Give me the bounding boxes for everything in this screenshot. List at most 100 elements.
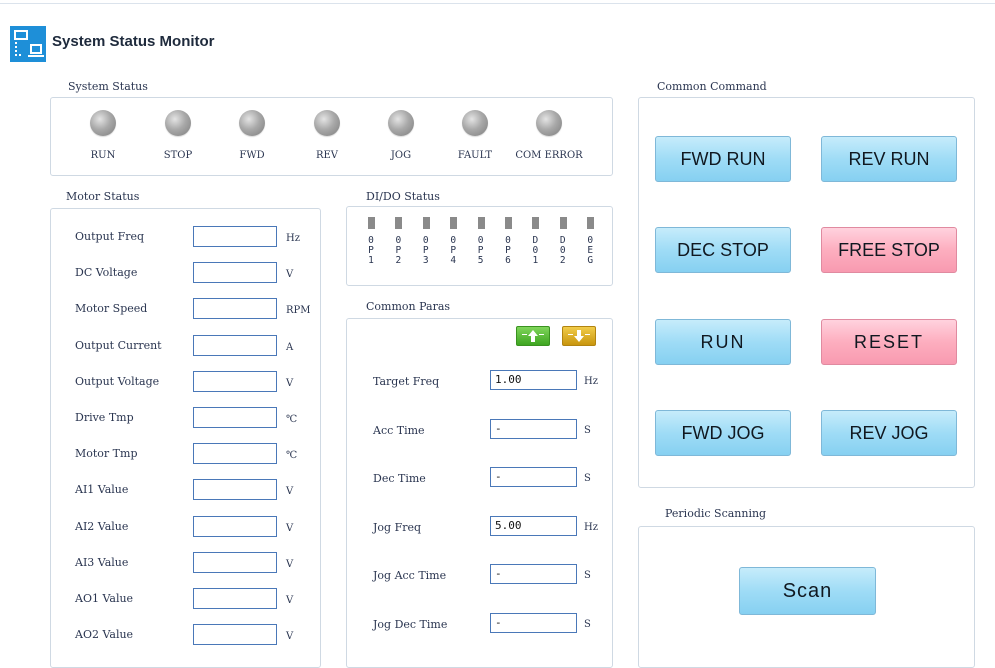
motor-field-unit: V xyxy=(286,595,294,606)
motor-field-unit: V xyxy=(286,522,294,534)
motor-field-unit: V xyxy=(286,631,294,643)
motor-field-unit: V xyxy=(286,269,294,281)
common-command-title: Common Command xyxy=(657,80,767,93)
upload-icon xyxy=(522,330,544,342)
dio-label: 1 xyxy=(368,255,374,266)
periodic-scanning-title: Periodic Scanning xyxy=(665,507,767,520)
upload-button[interactable] xyxy=(516,326,550,346)
motor-field-value xyxy=(193,298,277,320)
dec-stop-button[interactable]: DEC STOP xyxy=(655,227,791,273)
dio-label: 3 xyxy=(422,255,429,266)
dio-indicator xyxy=(395,217,403,229)
motor-field-label: AI2 Value xyxy=(75,519,129,533)
param-label: Dec Time xyxy=(373,472,426,486)
motor-field-value xyxy=(193,334,277,356)
system-status-panel xyxy=(50,97,613,176)
dio-indicator xyxy=(477,217,485,229)
motor-field-unit: V xyxy=(286,558,294,570)
motor-field-label: AI1 Value xyxy=(75,483,129,497)
fwd-run-button[interactable]: FWD RUN xyxy=(655,136,791,182)
dio-indicator xyxy=(505,217,512,229)
param-label: Acc Time xyxy=(373,423,425,437)
status-led-stop xyxy=(165,110,191,136)
status-led-fwd xyxy=(239,110,265,136)
status-label: JOG xyxy=(390,150,412,161)
dio-indicator xyxy=(368,217,375,229)
dio-indicator xyxy=(532,217,540,229)
motor-field-unit: A xyxy=(286,341,294,353)
motor-field-unit: ℃ xyxy=(286,450,298,462)
motor-field-value xyxy=(193,407,277,428)
motor-field-value xyxy=(193,443,277,465)
top-divider xyxy=(0,3,995,4)
motor-field-unit: V xyxy=(286,486,294,498)
status-led-com-error xyxy=(536,110,562,136)
param-input[interactable]: - xyxy=(490,418,577,439)
motor-field-value xyxy=(193,262,277,284)
param-unit: Hz xyxy=(584,376,598,387)
dio-indicator xyxy=(587,217,595,229)
status-label: FWD xyxy=(239,150,265,161)
param-unit: S xyxy=(584,424,591,436)
motor-field-label: Output Current xyxy=(75,338,162,352)
param-label: Target Freq xyxy=(373,375,440,388)
status-led-rev xyxy=(314,110,340,136)
reset-button[interactable]: RESET xyxy=(821,319,957,365)
motor-field-label: Motor Tmp xyxy=(75,447,138,461)
motor-field-label: Drive Tmp xyxy=(75,411,134,424)
status-led-fault xyxy=(462,110,488,136)
dio-label: 1 xyxy=(532,255,539,266)
dio-label: 4 xyxy=(450,255,457,266)
param-input[interactable]: 5.00 xyxy=(490,515,577,536)
param-label: Jog Dec Time xyxy=(373,618,448,631)
param-label: Jog Acc Time xyxy=(373,569,447,583)
download-button[interactable] xyxy=(562,326,596,346)
status-label: FAULT xyxy=(457,150,493,161)
motor-field-value xyxy=(193,479,277,501)
motor-field-label: AO2 Value xyxy=(75,628,134,642)
common-paras-title: Common Paras xyxy=(366,300,451,313)
download-icon xyxy=(568,330,590,342)
monitor-icon xyxy=(10,26,46,62)
scan-button[interactable]: Scan xyxy=(739,567,876,615)
dio-indicator xyxy=(422,217,430,229)
status-label: RUN xyxy=(90,150,116,161)
param-input[interactable]: - xyxy=(490,613,577,633)
motor-field-label: AO1 Value xyxy=(75,592,134,605)
motor-field-value xyxy=(193,370,277,392)
motor-status-title: Motor Status xyxy=(66,190,140,203)
param-input[interactable]: - xyxy=(490,564,577,585)
motor-field-value xyxy=(193,588,277,609)
motor-field-label: AI3 Value xyxy=(75,555,129,569)
param-input[interactable]: 1.00 xyxy=(490,370,577,390)
motor-field-value xyxy=(193,551,277,573)
status-led-run xyxy=(90,110,116,136)
motor-field-value xyxy=(193,624,277,646)
run-button[interactable]: RUN xyxy=(655,319,791,365)
dio-label: 2 xyxy=(559,255,566,266)
dio-label: G xyxy=(587,255,594,266)
param-unit: S xyxy=(584,473,591,485)
rev-run-button[interactable]: REV RUN xyxy=(821,136,957,182)
fwd-jog-button[interactable]: FWD JOG xyxy=(655,410,791,456)
motor-field-unit: Hz xyxy=(286,233,300,244)
free-stop-button[interactable]: FREE STOP xyxy=(821,227,957,273)
motor-field-label: Output Voltage xyxy=(75,374,160,388)
motor-field-unit: ℃ xyxy=(286,414,298,425)
motor-field-value xyxy=(193,226,277,247)
dio-label: 5 xyxy=(477,255,484,266)
dio-label: 6 xyxy=(505,255,511,266)
dio-indicator xyxy=(559,217,567,229)
dido-status-title: DI/DO Status xyxy=(366,190,440,203)
status-led-jog xyxy=(388,110,414,136)
param-unit: Hz xyxy=(584,521,598,533)
status-label: COM ERROR xyxy=(515,150,583,161)
motor-field-value xyxy=(193,515,277,537)
param-input[interactable]: - xyxy=(490,467,577,488)
system-status-title: System Status xyxy=(68,80,148,93)
param-label: Jog Freq xyxy=(373,520,422,534)
rev-jog-button[interactable]: REV JOG xyxy=(821,410,957,456)
motor-field-label: Output Freq xyxy=(75,230,145,243)
motor-field-unit: V xyxy=(286,377,294,389)
dio-label: 2 xyxy=(395,255,402,266)
